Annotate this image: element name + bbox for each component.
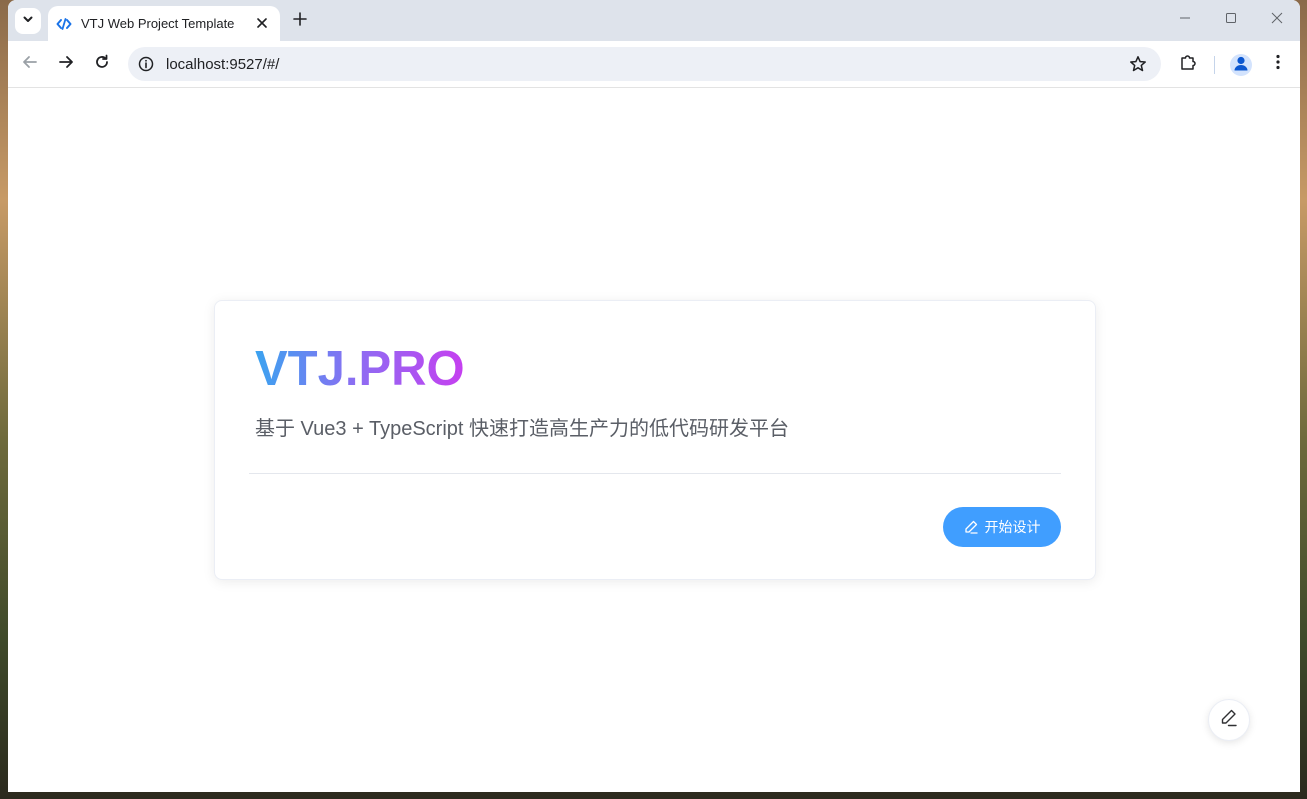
toolbar-divider [1214, 56, 1215, 74]
puzzle-icon [1179, 53, 1197, 76]
tab-search-button[interactable] [15, 8, 41, 34]
arrow-left-icon [22, 54, 38, 75]
new-tab-button[interactable] [289, 10, 311, 32]
minimize-button[interactable] [1175, 10, 1195, 30]
tab-title: VTJ Web Project Template [81, 16, 235, 31]
close-icon [1271, 11, 1283, 29]
profile-button[interactable] [1230, 54, 1252, 76]
start-design-button[interactable]: 开始设计 [943, 507, 1061, 547]
tab-strip: VTJ Web Project Template [8, 0, 1300, 41]
reload-icon [94, 54, 110, 75]
forward-button[interactable] [55, 53, 77, 75]
profile-icon [1230, 54, 1252, 76]
card-divider [249, 473, 1061, 474]
edit-pen-icon [964, 520, 978, 534]
brand-subtitle: 基于 Vue3 + TypeScript 快速打造高生产力的低代码研发平台 [255, 418, 789, 440]
back-button[interactable] [19, 53, 41, 75]
url-text[interactable]: localhost:9527/#/ [166, 56, 1129, 73]
close-icon [257, 15, 267, 33]
maximize-icon [1225, 11, 1237, 29]
floating-edit-button[interactable] [1208, 699, 1250, 741]
browser-toolbar: localhost:9527/#/ [8, 41, 1300, 88]
start-design-label: 开始设计 [984, 519, 1041, 535]
edit-pen-icon [1219, 708, 1239, 733]
browser-window: VTJ Web Project Template localhost:9527/… [8, 0, 1300, 792]
page-content: VTJ.PRO 基于 Vue3 + TypeScript 快速打造高生产力的低代… [8, 88, 1300, 792]
star-icon[interactable] [1129, 55, 1147, 73]
arrow-right-icon [58, 54, 74, 75]
reload-button[interactable] [91, 53, 113, 75]
brand-title: VTJ.PRO [255, 342, 465, 396]
chevron-down-icon [22, 12, 34, 30]
address-bar[interactable]: localhost:9527/#/ [128, 47, 1161, 81]
kebab-menu-icon [1275, 54, 1281, 75]
close-tab-button[interactable] [254, 16, 270, 32]
welcome-card: VTJ.PRO 基于 Vue3 + TypeScript 快速打造高生产力的低代… [214, 300, 1096, 580]
maximize-button[interactable] [1221, 10, 1241, 30]
code-brackets-icon [56, 16, 72, 32]
close-window-button[interactable] [1267, 10, 1287, 30]
info-icon[interactable] [138, 56, 154, 72]
browser-menu-button[interactable] [1268, 54, 1288, 74]
minimize-icon [1179, 11, 1191, 29]
plus-icon [293, 11, 307, 31]
extensions-button[interactable] [1178, 54, 1198, 74]
browser-tab[interactable]: VTJ Web Project Template [48, 6, 280, 41]
